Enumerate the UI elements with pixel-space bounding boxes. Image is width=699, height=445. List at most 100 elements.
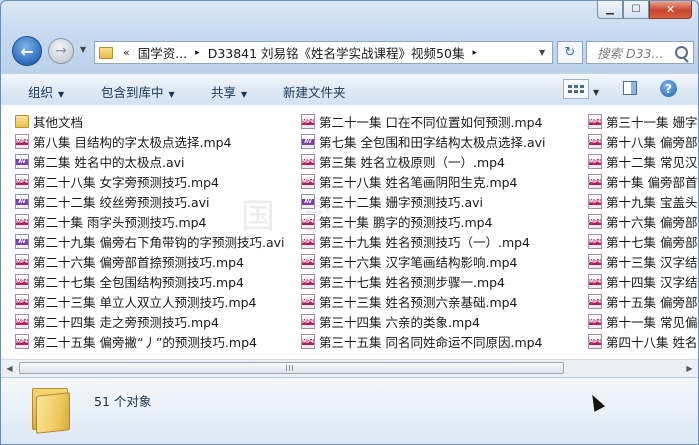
- mp4-file-icon: [588, 313, 602, 329]
- mp4-file-icon: [15, 213, 29, 229]
- file-item[interactable]: 第四十八集 姓名: [588, 331, 697, 351]
- scroll-right-icon[interactable]: ▶: [681, 360, 698, 377]
- mp4-file-icon: [588, 193, 602, 209]
- scroll-left-icon[interactable]: ◀: [1, 360, 18, 377]
- minimize-button[interactable]: ▁: [597, 1, 623, 19]
- view-dropdown[interactable]: ▼: [593, 88, 599, 97]
- avi-file-icon: [15, 153, 29, 169]
- file-list[interactable]: 国学 其他文档第八集 目结构的字太极点选择.mp4第二集 姓名中的太极点.avi…: [1, 105, 698, 359]
- share-menu[interactable]: 共享 ▼: [211, 82, 247, 101]
- search-placeholder: 搜索 D33...: [597, 46, 664, 61]
- mp4-file-icon: [588, 173, 602, 189]
- file-item[interactable]: 第三十七集 姓名预测步骤一.mp4: [301, 271, 545, 291]
- file-item[interactable]: 第十一集 常见偏: [588, 311, 697, 331]
- file-item[interactable]: 第十集 偏旁部首: [588, 171, 697, 191]
- breadcrumb-parent[interactable]: 国学资...: [138, 43, 187, 62]
- file-item[interactable]: 第三十六集 汉字笔画结构影响.mp4: [301, 251, 545, 271]
- help-button[interactable]: ?: [660, 80, 677, 97]
- file-item[interactable]: 第十五集 偏旁部: [588, 291, 697, 311]
- file-item[interactable]: 第十二集 常见汉: [588, 151, 697, 171]
- file-item[interactable]: 第三十四集 六亲的类象.mp4: [301, 311, 545, 331]
- file-item[interactable]: 第二集 姓名中的太极点.avi: [15, 151, 284, 171]
- recent-pages-dropdown[interactable]: ▼: [80, 45, 86, 54]
- mp4-file-icon: [588, 253, 602, 269]
- file-item[interactable]: 第二十三集 单立人双立人预测技巧.mp4: [15, 291, 284, 311]
- folder-icon: [15, 114, 29, 128]
- file-name: 第十五集 偏旁部: [606, 294, 698, 310]
- new-folder-button[interactable]: 新建文件夹: [283, 82, 346, 101]
- file-column-3: 第三十一集 姗字第十八集 偏旁部第十二集 常见汉第十集 偏旁部首第十九集 宝盖头…: [588, 111, 697, 351]
- back-arrow-icon: ←: [20, 41, 34, 61]
- breadcrumb-current[interactable]: D33841 刘易铭《姓名学实战课程》视频50集: [208, 43, 465, 62]
- file-item[interactable]: 第三十九集 姓名预测技巧（一）.mp4: [301, 231, 545, 251]
- back-button[interactable]: ←: [12, 36, 42, 66]
- file-item[interactable]: 第十四集 汉字结: [588, 271, 697, 291]
- navigation-bar: ← → ▼ « 国学资... ▸ D33841 刘易铭《姓名学实战课程》视频50…: [1, 35, 698, 69]
- file-item[interactable]: 第三十集 鹏字的预测技巧.mp4: [301, 211, 545, 231]
- file-item[interactable]: 第二十八集 女字旁预测技巧.mp4: [15, 171, 284, 191]
- file-name: 第十二集 常见汉: [606, 154, 698, 170]
- file-item[interactable]: 第三十一集 姗字: [588, 111, 697, 131]
- forward-arrow-icon: →: [55, 43, 67, 59]
- breadcrumb-arrow-icon[interactable]: ▸: [472, 48, 477, 58]
- folder-icon: [99, 46, 113, 59]
- mp4-file-icon: [588, 113, 602, 129]
- file-item[interactable]: 第二十四集 走之旁预测技巧.mp4: [15, 311, 284, 331]
- share-label: 共享: [211, 85, 237, 100]
- address-history-dropdown[interactable]: ▼: [539, 48, 545, 57]
- details-pane: 51 个对象: [1, 377, 698, 444]
- file-item[interactable]: 第三十八集 姓名笔画阴阳生克.mp4: [301, 171, 545, 191]
- file-name: 第二十集 雨字头预测技巧.mp4: [33, 214, 207, 230]
- file-item[interactable]: 第二十一集 口在不同位置如何预测.mp4: [301, 111, 545, 131]
- include-in-library-menu[interactable]: 包含到库中 ▼: [101, 82, 175, 101]
- horizontal-scrollbar[interactable]: ◀ ▶: [1, 359, 698, 377]
- mp4-file-icon: [301, 173, 315, 189]
- file-item[interactable]: 第三集 姓名立极原则（一）.mp4: [301, 151, 545, 171]
- refresh-button[interactable]: ↻: [557, 41, 583, 64]
- breadcrumb-arrow-icon[interactable]: ▸: [195, 48, 200, 58]
- folder-item[interactable]: 其他文档: [15, 111, 284, 131]
- file-item[interactable]: 第八集 目结构的字太极点选择.mp4: [15, 131, 284, 151]
- preview-pane-icon[interactable]: [623, 81, 637, 95]
- address-bar[interactable]: « 国学资... ▸ D33841 刘易铭《姓名学实战课程》视频50集 ▸: [94, 41, 553, 64]
- file-item[interactable]: 第二十九集 偏旁右下角带钩的字预测技巧.avi: [15, 231, 284, 251]
- file-name: 第二十四集 走之旁预测技巧.mp4: [33, 314, 220, 330]
- view-options-button[interactable]: [563, 79, 589, 99]
- file-name: 第二十五集 偏旁撇“丿”的预测技巧.mp4: [33, 334, 257, 350]
- file-item[interactable]: 第七集 全包围和田字结构太极点选择.avi: [301, 131, 545, 151]
- file-name: 第三十八集 姓名笔画阴阳生克.mp4: [319, 174, 518, 190]
- chevron-down-icon: ▼: [168, 90, 175, 99]
- file-item[interactable]: 第十八集 偏旁部: [588, 131, 697, 151]
- file-name: 第十六集 偏旁部: [606, 214, 698, 230]
- file-name: 第三十三集 姓名预测六亲基础.mp4: [319, 294, 518, 310]
- close-button[interactable]: ✕: [649, 1, 692, 19]
- mp4-file-icon: [588, 273, 602, 289]
- mp4-file-icon: [15, 273, 29, 289]
- breadcrumb-overflow[interactable]: «: [123, 46, 130, 59]
- file-item[interactable]: 第三十三集 姓名预测六亲基础.mp4: [301, 291, 545, 311]
- file-item[interactable]: 第二十集 雨字头预测技巧.mp4: [15, 211, 284, 231]
- file-name: 第三十一集 姗字: [606, 114, 698, 130]
- file-name: 第三十五集 同名同姓命运不同原因.mp4: [319, 334, 543, 350]
- scrollbar-thumb[interactable]: [19, 362, 564, 374]
- avi-file-icon: [15, 193, 29, 209]
- mp4-file-icon: [15, 293, 29, 309]
- file-item[interactable]: 第十七集 偏旁部: [588, 231, 697, 251]
- file-item[interactable]: 第三十五集 同名同姓命运不同原因.mp4: [301, 331, 545, 351]
- organize-menu[interactable]: 组织 ▼: [28, 82, 64, 101]
- mp4-file-icon: [588, 153, 602, 169]
- file-item[interactable]: 第二十六集 偏旁部首捺预测技巧.mp4: [15, 251, 284, 271]
- maximize-button[interactable]: ☐: [623, 1, 649, 19]
- search-input[interactable]: 搜索 D33...: [586, 41, 694, 64]
- forward-button[interactable]: →: [48, 38, 74, 64]
- mp4-file-icon: [588, 213, 602, 229]
- file-item[interactable]: 第二十五集 偏旁撇“丿”的预测技巧.mp4: [15, 331, 284, 351]
- file-item[interactable]: 第三十二集 姗字预测技巧.avi: [301, 191, 545, 211]
- file-item[interactable]: 第十九集 宝盖头: [588, 191, 697, 211]
- file-item[interactable]: 第十六集 偏旁部: [588, 211, 697, 231]
- include-in-library-label: 包含到库中: [101, 85, 164, 100]
- file-item[interactable]: 第二十七集 全包围结构预测技巧.mp4: [15, 271, 284, 291]
- file-item[interactable]: 第二十二集 绞丝旁预测技巧.avi: [15, 191, 284, 211]
- file-item[interactable]: 第十三集 汉字结: [588, 251, 697, 271]
- file-name: 第三十二集 姗字预测技巧.avi: [319, 194, 483, 210]
